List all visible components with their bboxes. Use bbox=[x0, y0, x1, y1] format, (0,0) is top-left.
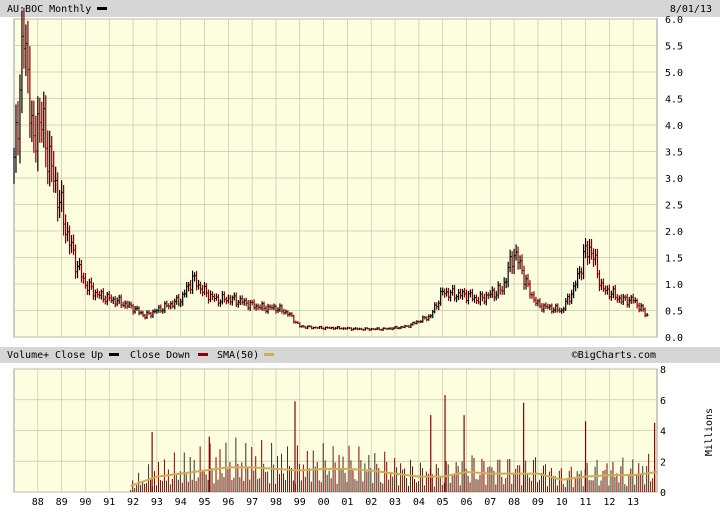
close-up-label: Close Up bbox=[55, 350, 103, 361]
price-tick-label: 4.5 bbox=[665, 95, 683, 106]
price-tick-label: 2.5 bbox=[665, 201, 683, 212]
volume-tick-label: 6 bbox=[660, 396, 666, 407]
header-date: 8/01/13 bbox=[670, 4, 712, 15]
x-tick-label: 89 bbox=[56, 497, 68, 508]
x-tick-label: 10 bbox=[556, 497, 568, 508]
x-tick-label: 88 bbox=[32, 497, 44, 508]
price-tick-label: 3.5 bbox=[665, 148, 683, 159]
x-tick-label: 03 bbox=[389, 497, 401, 508]
x-tick-label: 99 bbox=[294, 497, 306, 508]
x-tick-label: 05 bbox=[437, 497, 449, 508]
sma-label: SMA(50) bbox=[217, 350, 259, 361]
volume-tick-label: 2 bbox=[660, 457, 666, 468]
price-tick-label: 4.0 bbox=[665, 121, 683, 132]
x-tick-label: 97 bbox=[246, 497, 258, 508]
price-tick-label: 5.5 bbox=[665, 42, 683, 53]
x-tick-label: 92 bbox=[127, 497, 139, 508]
price-tick-label: 1.0 bbox=[665, 280, 683, 291]
x-tick-label: 12 bbox=[603, 497, 615, 508]
volume-label: Volume+ bbox=[7, 350, 49, 361]
header-bar bbox=[0, 0, 720, 17]
x-tick-label: 04 bbox=[413, 497, 425, 508]
close-up-swatch bbox=[109, 353, 119, 356]
volume-ylabel: Millions bbox=[704, 408, 715, 456]
volume-tick-label: 4 bbox=[660, 427, 666, 438]
volume-tick-label: 0 bbox=[660, 488, 666, 499]
x-tick-label: 06 bbox=[460, 497, 472, 508]
price-tick-label: 0.0 bbox=[665, 333, 683, 344]
x-tick-label: 02 bbox=[365, 497, 377, 508]
chart-root: AU:BOC Monthly 8/01/13 0.0 0.5 1.0 1.5 2.0 2.… bbox=[0, 0, 720, 510]
x-axis: 88 89 90 91 92 93 94 95 96 97 98 99 00 01 02 03 04 05 06 07… bbox=[32, 497, 639, 508]
price-tick-label: 6.0 bbox=[665, 15, 683, 26]
stock-chart: AU:BOC Monthly 8/01/13 0.0 0.5 1.0 1.5 2.0 2.… bbox=[0, 0, 720, 508]
x-tick-label: 90 bbox=[79, 497, 91, 508]
legend-swatch-price bbox=[97, 7, 107, 10]
x-tick-label: 00 bbox=[318, 497, 330, 508]
price-tick-label: 0.5 bbox=[665, 307, 683, 318]
x-tick-label: 08 bbox=[508, 497, 520, 508]
x-tick-label: 95 bbox=[198, 497, 210, 508]
x-tick-label: 11 bbox=[580, 497, 592, 508]
price-tick-label: 3.0 bbox=[665, 174, 683, 185]
volume-axis: 0 2 4 6 8 bbox=[660, 365, 666, 499]
close-down-label: Close Down bbox=[130, 350, 190, 361]
volume-tick-label: 8 bbox=[660, 365, 666, 376]
price-tick-label: 5.0 bbox=[665, 68, 683, 79]
x-tick-label: 94 bbox=[175, 497, 187, 508]
x-tick-label: 98 bbox=[270, 497, 282, 508]
sma-swatch bbox=[264, 353, 274, 356]
symbol-title: AU:BOC Monthly bbox=[7, 4, 91, 15]
x-tick-label: 01 bbox=[341, 497, 353, 508]
x-tick-label: 96 bbox=[222, 497, 234, 508]
price-tick-label: 1.5 bbox=[665, 254, 683, 265]
x-tick-label: 07 bbox=[484, 497, 496, 508]
x-tick-label: 91 bbox=[103, 497, 115, 508]
close-down-swatch bbox=[198, 353, 208, 356]
brand-label: ©BigCharts.com bbox=[572, 350, 656, 361]
price-tick-label: 2.0 bbox=[665, 227, 683, 238]
x-tick-label: 93 bbox=[151, 497, 163, 508]
x-tick-label: 13 bbox=[627, 497, 639, 508]
x-tick-label: 09 bbox=[532, 497, 544, 508]
price-axis: 0.0 0.5 1.0 1.5 2.0 2.5 3.0 3.5 4.0 4.5 5.0 5.5 6.0 bbox=[665, 15, 683, 344]
